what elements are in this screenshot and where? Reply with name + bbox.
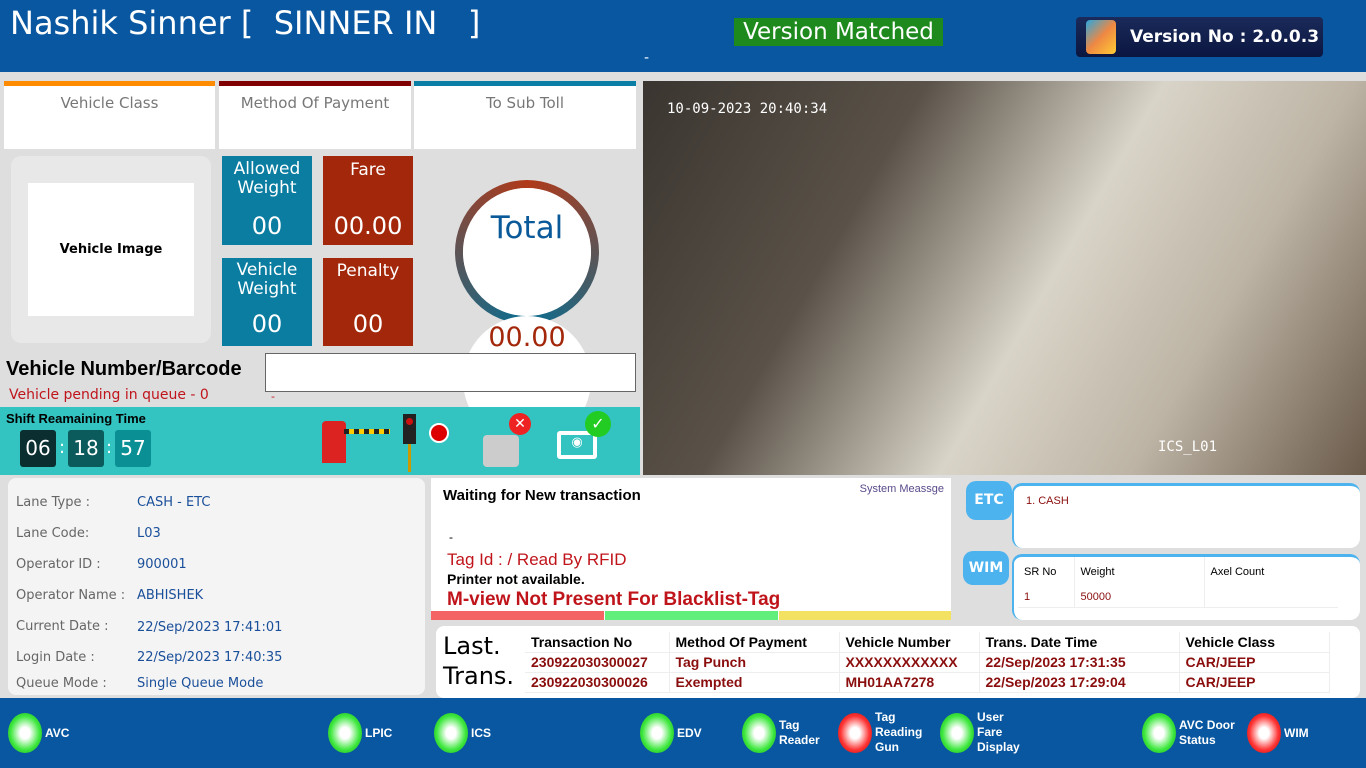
lane-code-label: Lane Code:: [16, 526, 90, 541]
last-trans-label: Last. Trans.: [443, 632, 515, 690]
shift-hours: 06: [20, 430, 56, 467]
vehicle-number-input[interactable]: [265, 353, 636, 392]
shift-label: Shift Reamaining Time: [6, 411, 146, 426]
lane-info-panel: Lane Type : CASH - ETC Lane Code: L03 Oper…: [8, 478, 425, 695]
fare-tile: Fare 00.00: [323, 156, 413, 245]
app-logo-icon: [1086, 20, 1116, 54]
camera-feed: 10-09-2023 20:40:34 ICS_L01: [643, 81, 1366, 475]
door-icon: [1142, 713, 1176, 753]
version-status: Version Matched: [734, 18, 943, 46]
waiting-message: Waiting for New transaction: [443, 487, 641, 504]
vehicle-number-label: Vehicle Number/Barcode: [6, 358, 242, 380]
login-date-label: Login Date :: [16, 650, 95, 665]
tag-reader-icon: [742, 713, 776, 753]
penalty-tile: Penalty 00: [323, 258, 413, 346]
device-tag-reading-gun[interactable]: Tag Reading Gun: [838, 710, 922, 755]
device-avc[interactable]: AVC: [8, 713, 69, 753]
mview-ok-icon: ◉ ✓: [555, 411, 615, 471]
camera-icon: [328, 713, 362, 753]
last-transactions-panel: Last. Trans. Transaction No Method Of Paym…: [436, 626, 1360, 698]
plaza-title: Nashik Sinner [ SINNER IN ]: [10, 4, 481, 42]
payment-method-card: Method Of Payment: [219, 81, 411, 149]
vehicle-number-dash: -: [271, 390, 275, 403]
current-date-label: Current Date :: [16, 619, 109, 634]
current-date-value: 22/Sep/2023 17:41:01: [137, 620, 283, 635]
device-wim[interactable]: WIM: [1247, 713, 1309, 753]
shift-seconds: 57: [115, 430, 151, 467]
system-message-title: System Meassge: [859, 483, 944, 495]
lane-code-value: L03: [137, 526, 161, 541]
tag-message: Tag Id : / Read By RFID: [447, 550, 627, 569]
device-lpic[interactable]: LPIC: [328, 713, 392, 753]
vehicle-image: Vehicle Image: [28, 183, 194, 316]
mview-message: M-view Not Present For Blacklist-Tag: [447, 589, 781, 610]
scanner-gun-icon: [838, 712, 872, 753]
vehicle-weight-tile: Vehicle Weight 00: [222, 258, 312, 346]
etc-item: 1. CASH: [1026, 495, 1069, 507]
table-row[interactable]: 230922030300026 Exempted MH01AA7278 22/Sep/…: [525, 672, 1330, 693]
etc-label: ETC: [966, 481, 1012, 520]
device-tag-reader[interactable]: Tag Reader: [742, 713, 820, 753]
wim-box: SR No Weight Axel Count 1 50000: [1012, 554, 1360, 620]
webcam-icon: [640, 713, 674, 753]
queue-status: Vehicle pending in queue - 0: [9, 387, 209, 403]
wim-label: WIM: [963, 551, 1009, 585]
printer-error-icon: ✕: [483, 413, 533, 469]
lane-type-value: CASH - ETC: [137, 495, 211, 510]
allowed-weight-tile: Allowed Weight 00: [222, 156, 312, 245]
lane-type-label: Lane Type :: [16, 495, 90, 510]
vehicle-image-panel: Vehicle Image: [11, 156, 211, 343]
device-edv[interactable]: EDV: [640, 713, 702, 753]
etc-box: 1. CASH: [1012, 483, 1360, 548]
system-message-panel: System Meassge Waiting for New transacti…: [431, 478, 951, 620]
device-user-fare-display[interactable]: User Fare Display: [940, 710, 1022, 755]
weighbridge-icon: [1247, 713, 1281, 753]
device-avc-door-status[interactable]: AVC Door Status: [1142, 713, 1239, 753]
boom-barrier-icon: [322, 421, 390, 465]
avc-icon: [8, 713, 42, 753]
vehicle-class-card: Vehicle Class: [4, 81, 215, 149]
queue-mode-value: Single Queue Mode: [137, 676, 264, 691]
header-dash: -: [644, 50, 650, 66]
operator-name-value: ABHISHEK: [137, 588, 204, 603]
device-ics[interactable]: ICS: [434, 713, 491, 753]
system-dot: -: [449, 530, 453, 544]
printer-message: Printer not available.: [447, 571, 585, 587]
display-icon: [940, 712, 974, 753]
last-transactions-table: Transaction No Method Of Payment Vehicle N…: [525, 632, 1330, 693]
operator-name-label: Operator Name :: [16, 588, 126, 603]
operator-id-label: Operator ID :: [16, 557, 101, 572]
wim-row: 1 50000: [1018, 587, 1338, 607]
camera-timestamp: 10-09-2023 20:40:34: [667, 101, 828, 117]
traffic-light-icon: [403, 412, 453, 472]
operator-id-value: 900001: [137, 557, 187, 572]
sub-toll-card: To Sub Toll: [414, 81, 636, 149]
camera-name: ICS_L01: [1158, 439, 1218, 455]
shift-minutes: 18: [68, 430, 104, 467]
total-circle: Total 00.00: [455, 180, 599, 444]
table-row[interactable]: 230922030300027 Tag Punch XXXXXXXXXXXX 22/S…: [525, 652, 1330, 673]
queue-mode-label: Queue Mode :: [16, 676, 107, 691]
camera-icon: [434, 713, 468, 753]
login-date-value: 22/Sep/2023 17:40:35: [137, 650, 283, 665]
